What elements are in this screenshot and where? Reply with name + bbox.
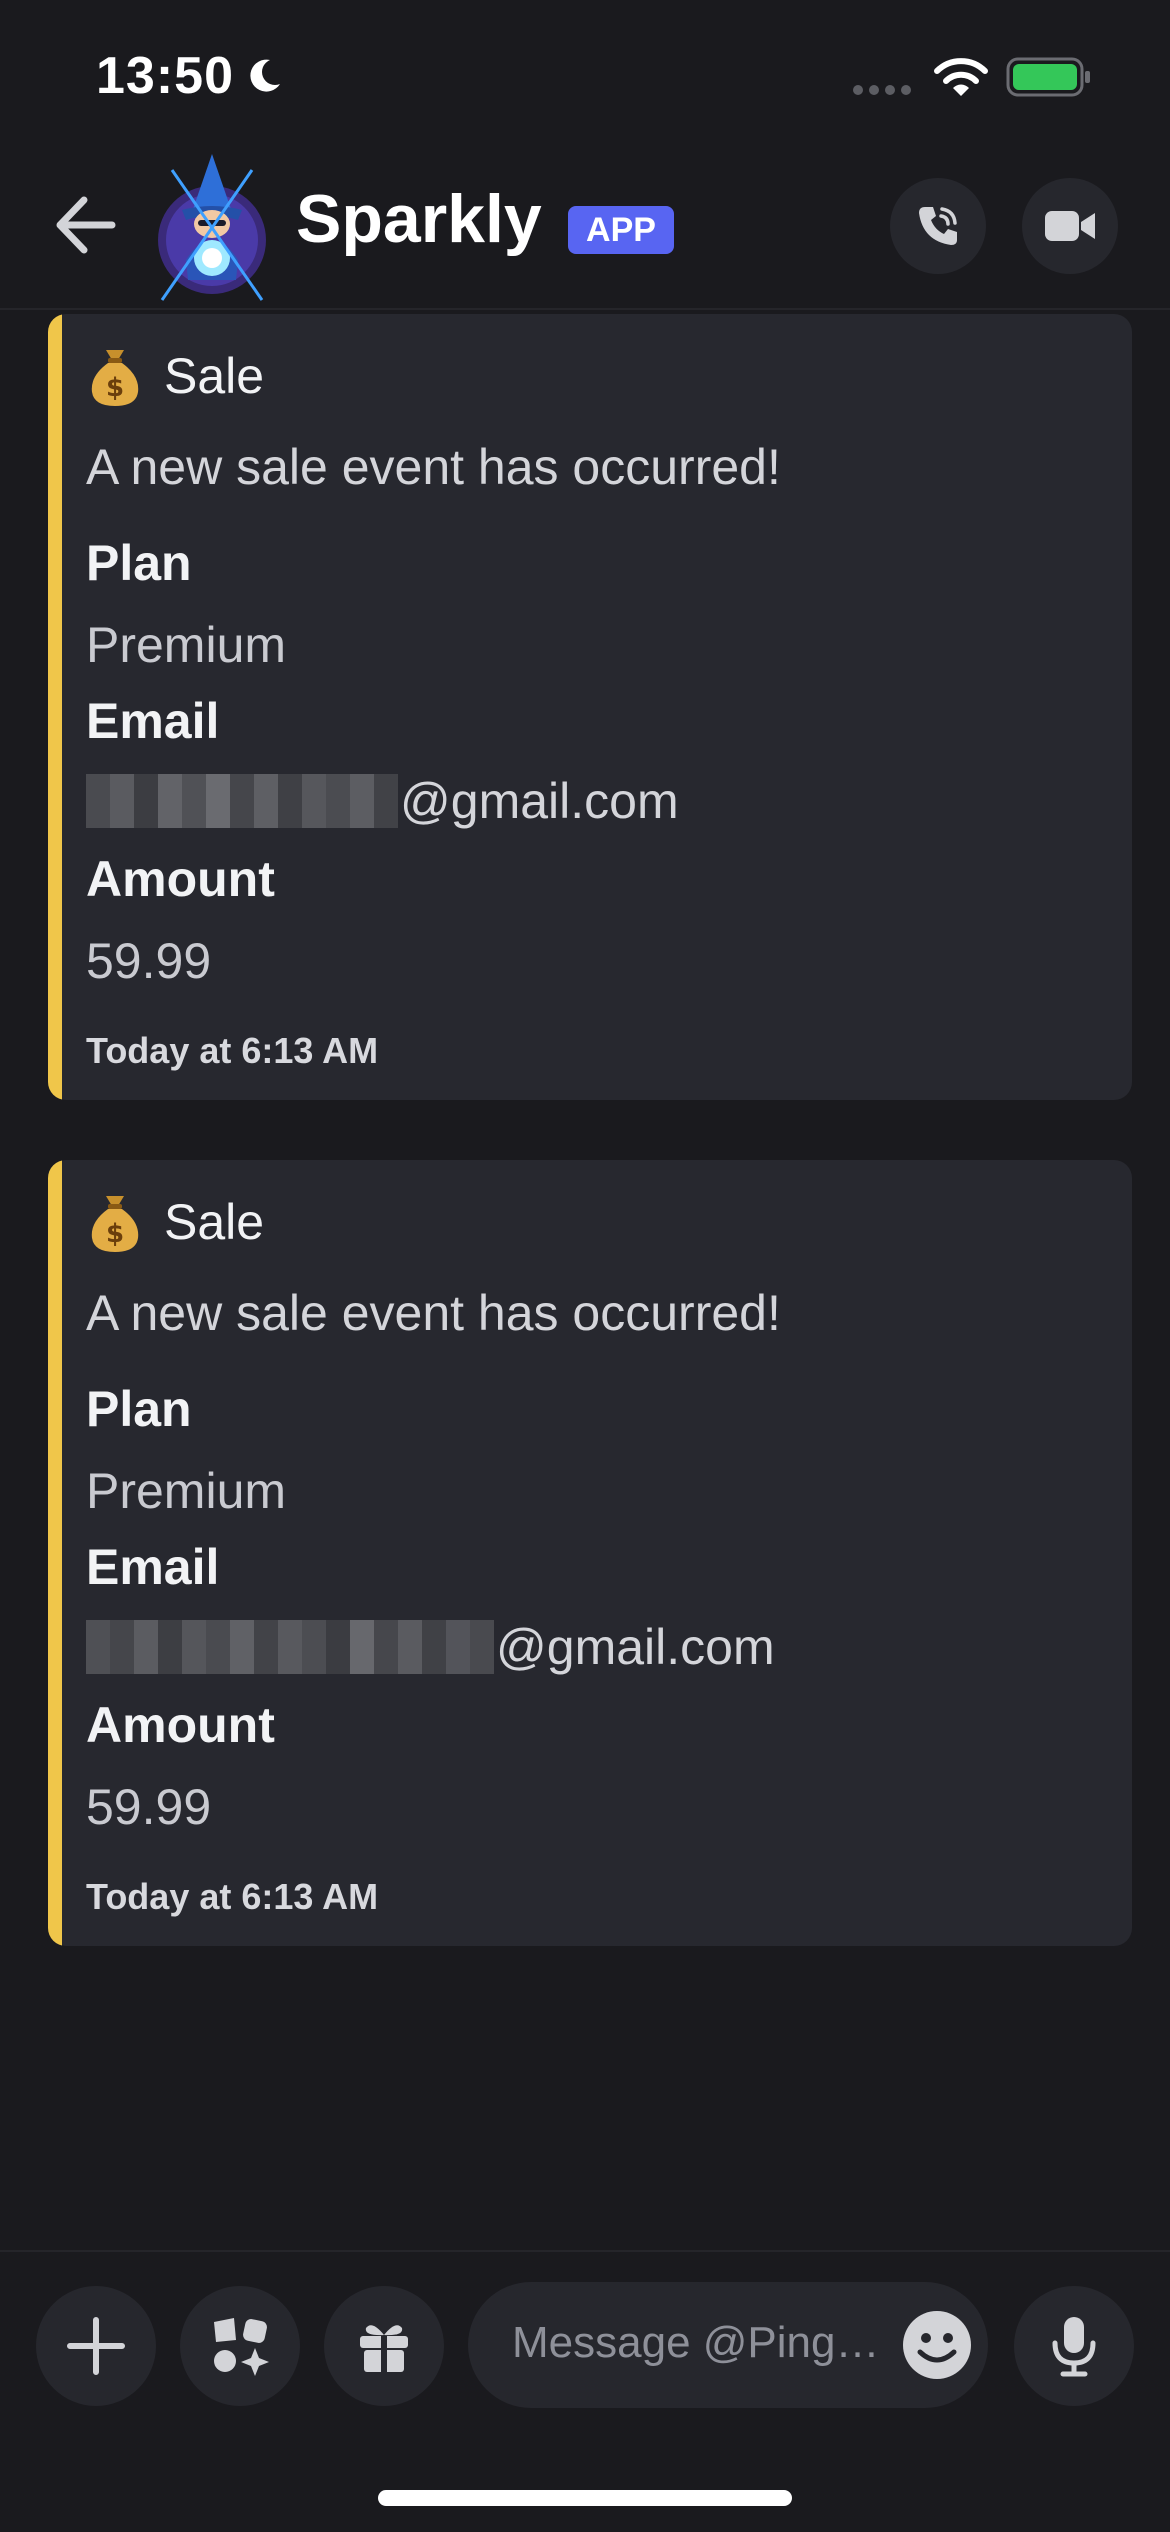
embed-title: Sale <box>164 1194 265 1250</box>
message-placeholder: Message @PingP… <box>512 2318 892 2367</box>
embed-title: Sale <box>164 348 265 404</box>
field-name-plan: Plan <box>86 535 192 591</box>
microphone-icon <box>1052 2317 1096 2377</box>
redacted-email-local-part <box>86 774 398 828</box>
redacted-email-local-part <box>86 1620 494 1674</box>
embed-description: A new sale event has occurred! <box>86 439 781 495</box>
field-value-plan: Premium <box>86 617 287 673</box>
field-name-email: Email <box>86 693 220 749</box>
field-name-amount: Amount <box>86 851 275 907</box>
money-bag-icon: $ <box>91 350 139 406</box>
sale-embed: $ Sale A new sale event has occurred! Pl… <box>48 1160 1132 1946</box>
field-value-amount: 59.99 <box>86 933 212 989</box>
field-value-amount: 59.99 <box>86 1779 212 1835</box>
embed-accent-bar <box>48 314 62 1100</box>
voice-message-button[interactable] <box>1014 2286 1134 2406</box>
video-call-button[interactable] <box>1022 178 1118 274</box>
video-camera-icon <box>1045 211 1095 241</box>
wifi-icon <box>934 58 988 96</box>
emoji-icon[interactable] <box>900 2308 974 2382</box>
embed-timestamp: Today at 6:13 AM <box>86 1876 379 1917</box>
back-arrow-icon[interactable] <box>50 190 120 260</box>
plus-icon <box>67 2317 125 2375</box>
embed-timestamp: Today at 6:13 AM <box>86 1030 379 1071</box>
status-bar: 13:50 <box>0 0 1170 150</box>
moon-icon <box>250 59 280 92</box>
field-name-amount: Amount <box>86 1697 275 1753</box>
field-value-email: @gmail.com <box>400 773 679 829</box>
avatar[interactable] <box>152 150 272 308</box>
embed-accent-bar <box>48 1160 62 1946</box>
field-name-plan: Plan <box>86 1381 192 1437</box>
field-value-plan: Premium <box>86 1463 287 1519</box>
voice-call-button[interactable] <box>890 178 986 274</box>
money-bag-icon: $ <box>91 1196 139 1252</box>
app-badge: APP <box>568 206 674 254</box>
chat-header: Sparkly APP <box>0 150 1170 310</box>
svg-text:$: $ <box>106 373 124 403</box>
apps-icon <box>214 2318 269 2376</box>
field-value-email: @gmail.com <box>496 1619 775 1675</box>
message-input[interactable]: Message @PingP… <box>468 2282 988 2408</box>
status-time: 13:50 <box>96 47 234 105</box>
gift-icon <box>360 2325 408 2372</box>
svg-text:$: $ <box>106 1219 124 1249</box>
home-indicator[interactable] <box>378 2490 792 2506</box>
channel-title[interactable]: Sparkly <box>296 180 542 258</box>
battery-icon <box>1006 57 1090 97</box>
attach-button[interactable] <box>36 2286 156 2406</box>
field-name-email: Email <box>86 1539 220 1595</box>
apps-button[interactable] <box>180 2286 300 2406</box>
embed-description: A new sale event has occurred! <box>86 1285 781 1341</box>
sale-embed: $ Sale A new sale event has occurred! Pl… <box>48 314 1132 1100</box>
signal-icon <box>853 85 911 95</box>
phone-icon <box>919 207 957 245</box>
gift-button[interactable] <box>324 2286 444 2406</box>
